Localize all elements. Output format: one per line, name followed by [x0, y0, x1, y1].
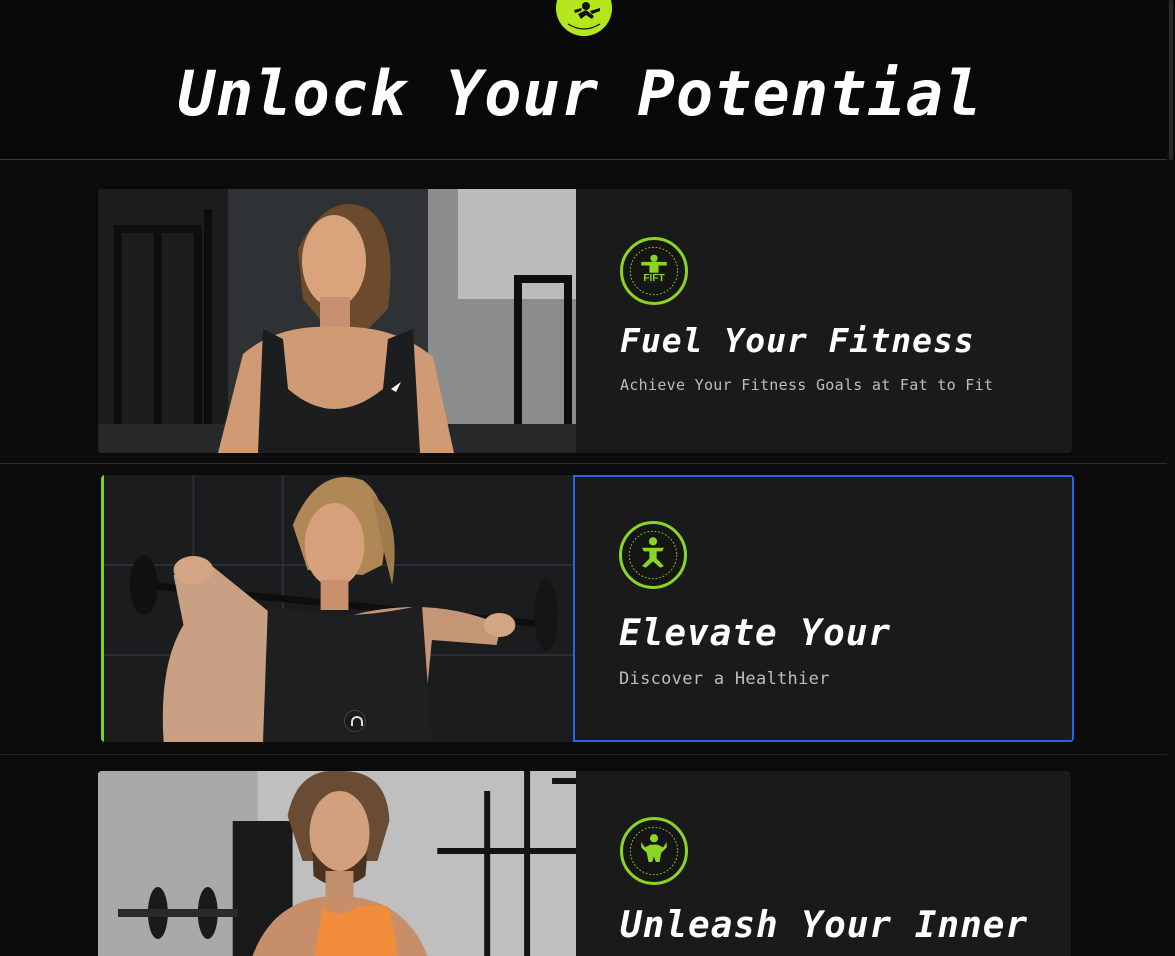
card-subtitle: Discover a Healthier — [619, 669, 830, 689]
fift-gym-badge-icon: FIFT — [620, 237, 688, 305]
page-title: Unlock Your Potential — [177, 57, 983, 130]
feature-section-1: FIFT Fuel Your Fitness Achieve Your Fitn… — [0, 161, 1175, 464]
woman-in-gym-photo — [98, 189, 576, 453]
feature-section-2: Elevate Your Discover a Healthier — [0, 465, 1175, 755]
man-lifting-dumbbell-photo — [98, 771, 576, 956]
media-control-icon[interactable] — [344, 710, 366, 732]
vertical-scrollbar[interactable] — [1167, 0, 1175, 956]
feature-card-content: Elevate Your Discover a Healthier — [573, 475, 1074, 742]
feature-card-elevate[interactable]: Elevate Your Discover a Healthier — [101, 475, 1074, 742]
feature-section-3: Unleash Your Inner — [0, 756, 1175, 956]
badge-text: FIFT — [643, 273, 665, 284]
card-subtitle: Achieve Your Fitness Goals at Fat to Fit — [620, 376, 994, 394]
feature-card-content: Unleash Your Inner — [576, 771, 1071, 956]
page-header: Unlock Your Potential — [0, 0, 1175, 160]
card-title: Elevate Your — [619, 613, 892, 654]
card-title: Unleash Your Inner — [620, 905, 1029, 946]
woman-lifting-barbell-photo — [101, 475, 573, 742]
card-title: Fuel Your Fitness — [620, 321, 975, 360]
fitness-runner-logo-icon[interactable] — [556, 0, 612, 36]
squatting-athlete-badge-icon — [619, 521, 687, 589]
feature-card-fuel[interactable]: FIFT Fuel Your Fitness Achieve Your Fitn… — [98, 189, 1072, 453]
scrollbar-thumb[interactable] — [1169, 0, 1173, 160]
feature-card-unleash[interactable]: Unleash Your Inner — [98, 771, 1071, 956]
flexing-athlete-badge-icon — [620, 817, 688, 885]
feature-card-content: FIFT Fuel Your Fitness Achieve Your Fitn… — [576, 189, 1072, 453]
landing-page: Unlock Your Potential FIFT Fuel Your Fit… — [0, 0, 1175, 956]
